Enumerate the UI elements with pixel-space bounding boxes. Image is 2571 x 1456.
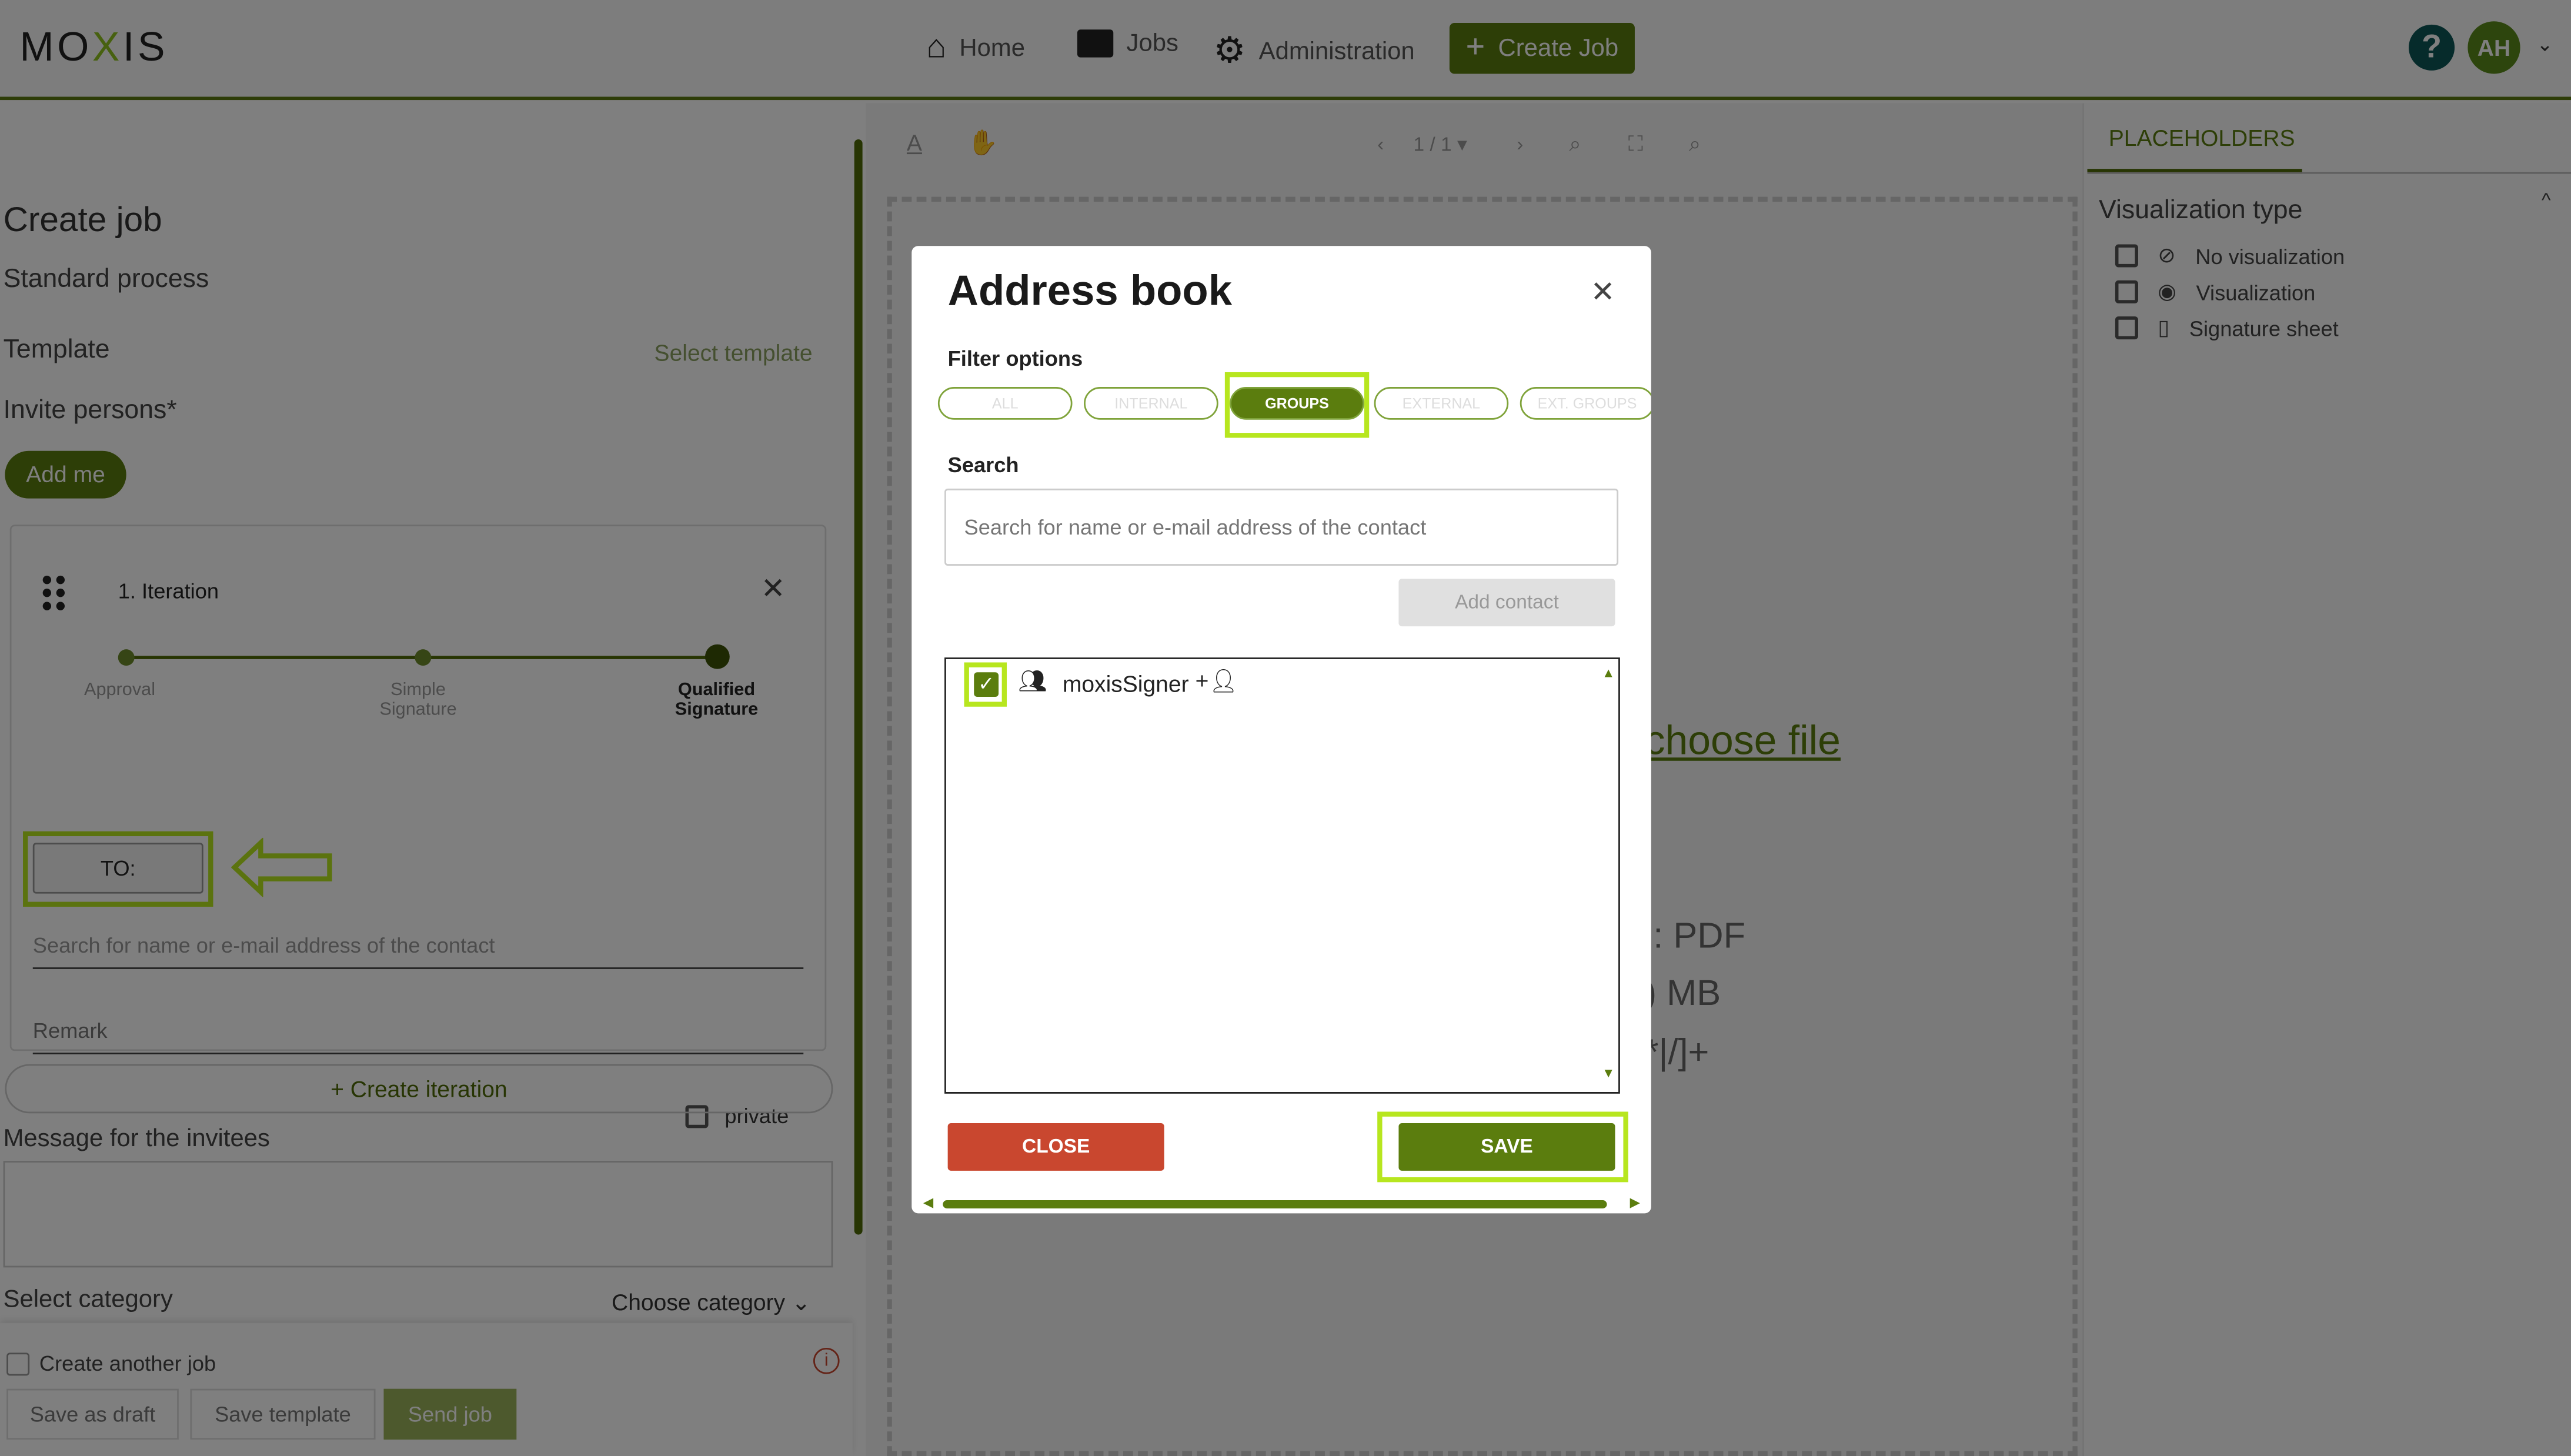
scroll-up-icon[interactable]: ▲ (1602, 666, 1615, 680)
add-contact-button[interactable]: Add contact (1398, 579, 1615, 627)
close-button[interactable]: CLOSE (947, 1123, 1164, 1171)
highlight-box (1224, 372, 1370, 438)
contact-checkbox-checked[interactable]: ✓ (974, 672, 999, 697)
contact-search-input[interactable] (944, 488, 1619, 566)
group-icon: 👥︎ (1018, 667, 1048, 694)
filter-label: Filter options (947, 346, 1083, 371)
filter-ext-groups[interactable]: EXT. GROUPS (1520, 387, 1651, 420)
horizontal-scrollbar[interactable] (943, 1200, 1607, 1208)
filter-internal[interactable]: INTERNAL (1084, 387, 1218, 420)
contact-list: ✓ 👥︎ moxisSigner +👤︎ ▲ ▼ (944, 657, 1620, 1094)
dialog-title: Address book (947, 265, 1233, 315)
scroll-right-icon[interactable]: ▶ (1630, 1195, 1640, 1210)
save-button[interactable]: SAVE (1398, 1123, 1615, 1171)
scroll-left-icon[interactable]: ◀ (923, 1195, 933, 1210)
contact-name[interactable]: moxisSigner (1063, 670, 1189, 697)
scroll-down-icon[interactable]: ▼ (1602, 1066, 1615, 1080)
add-person-icon[interactable]: +👤︎ (1196, 667, 1238, 695)
search-label: Search (947, 452, 1019, 477)
filter-all[interactable]: ALL (937, 387, 1073, 420)
address-book-dialog: Address book ✕ Filter options ALL INTERN… (911, 246, 1651, 1214)
filter-external[interactable]: EXTERNAL (1374, 387, 1509, 420)
close-icon[interactable]: ✕ (1591, 275, 1615, 310)
